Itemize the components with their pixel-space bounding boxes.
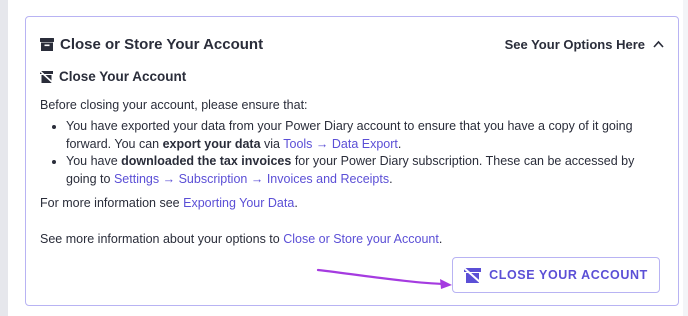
account-close-icon (40, 70, 53, 83)
bullet-text: via (260, 136, 284, 151)
content-card: Close or Store Your Account See Your Opt… (7, 0, 683, 316)
list-item: You have exported your data from your Po… (66, 118, 648, 153)
left-rail (0, 0, 7, 316)
options-info-text: See more information about your options … (40, 231, 664, 248)
chevron-up-icon (653, 40, 664, 48)
pointer-arrow-icon (316, 268, 452, 289)
exporting-your-data-link[interactable]: Exporting Your Data (183, 196, 294, 210)
account-close-icon (464, 267, 482, 283)
options-prefix: See more information about your options … (40, 232, 284, 246)
close-or-store-link[interactable]: Close or Store your Account (283, 232, 439, 246)
panel-title: Close or Store Your Account (40, 36, 263, 53)
more-info-suffix: . (294, 196, 298, 210)
bullet-bold-text: downloaded the tax invoices (121, 154, 292, 168)
close-account-button-label: CLOSE YOUR ACCOUNT (489, 268, 648, 282)
bullet-text: You have (66, 154, 122, 168)
bullet-text: . (397, 136, 402, 151)
panel-header: Close or Store Your Account See Your Opt… (40, 33, 664, 55)
bullet-bold-text: export your data (162, 136, 261, 151)
page: Close or Store Your Account See Your Opt… (0, 0, 688, 316)
section-title: Close Your Account (40, 69, 186, 84)
invoices-receipts-link[interactable]: Settings → Subscription → Invoices and R… (114, 172, 389, 186)
intro-text: Before closing your account, please ensu… (40, 98, 308, 112)
options-suffix: . (438, 232, 443, 246)
archive-box-icon (40, 37, 54, 51)
checklist: You have exported your data from your Po… (40, 118, 648, 188)
more-info-prefix: For more information see (40, 196, 184, 210)
bullet-text: . (389, 171, 393, 186)
list-item: You have downloaded the tax invoices for… (66, 153, 648, 188)
close-account-button[interactable]: CLOSE YOUR ACCOUNT (452, 257, 660, 293)
see-options-toggle[interactable]: See Your Options Here (505, 37, 664, 52)
section-title-text: Close Your Account (59, 69, 187, 84)
close-or-store-panel: Close or Store Your Account See Your Opt… (25, 16, 679, 306)
more-info-text: For more information see Exporting Your … (40, 195, 664, 212)
panel-title-text: Close or Store Your Account (60, 35, 264, 53)
tools-data-export-link[interactable]: Tools → Data Export (283, 137, 398, 151)
see-options-label: See Your Options Here (504, 36, 645, 52)
